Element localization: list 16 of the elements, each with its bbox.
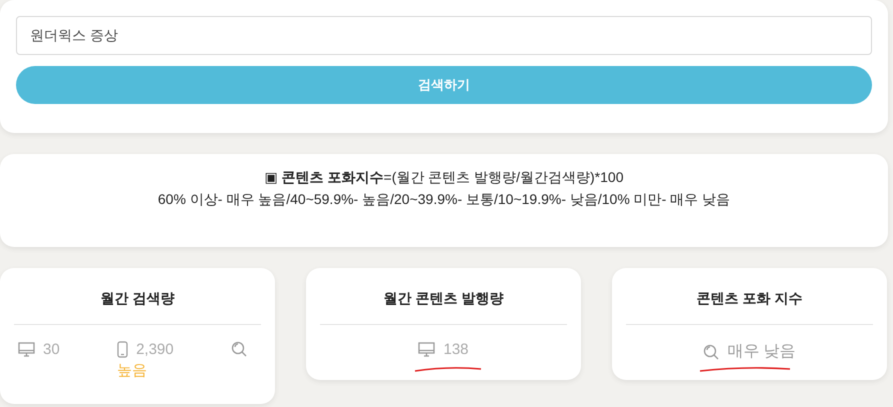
index-scale: 60% 이상- 매우 높음/40~59.9%- 높음/20~39.9%- 보통/10~19.9%- 낮음/10% 미만- 매우 낮음 — [158, 191, 730, 209]
card-title: 월간 콘텐츠 발행량 — [384, 290, 504, 308]
stat-value: 30 — [43, 341, 60, 358]
phone-icon — [117, 341, 128, 358]
level-text: 높음 — [116, 361, 147, 380]
index-formula: ▣ 콘텐츠 포화지수=(월간 콘텐츠 발행량/월간검색량)*100 — [264, 169, 624, 187]
card-title: 콘텐츠 포화 지수 — [696, 290, 802, 308]
monitor-icon — [418, 342, 436, 357]
search-field[interactable]: 원더윅스 증상 — [16, 16, 872, 55]
search-icon — [230, 341, 247, 357]
monitor-icon — [18, 342, 35, 357]
card-title: 월간 검색량 — [100, 290, 174, 308]
stat-value: 매우 낮음 — [727, 342, 796, 362]
search-icon — [703, 344, 720, 360]
stat-value: 2,390 — [136, 341, 174, 358]
stat-value: 138 — [443, 341, 469, 358]
